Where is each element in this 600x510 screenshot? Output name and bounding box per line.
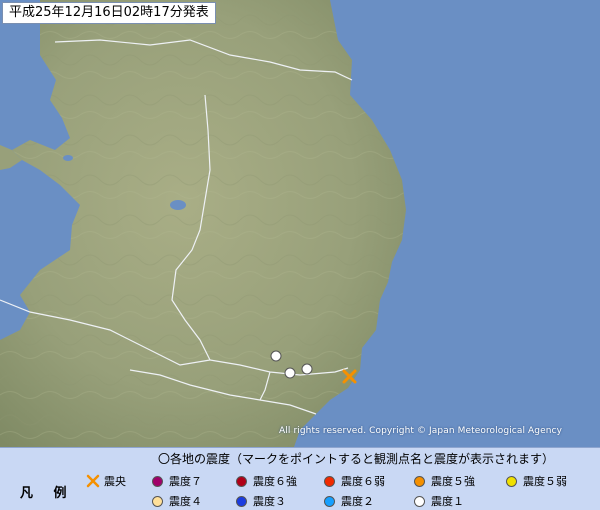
intensity-dot-icon xyxy=(152,475,163,487)
legend-description: 〇各地の震度（マークをポイントすると観測点名と震度が表示されます） xyxy=(158,452,555,466)
legend-panel: 〇各地の震度（マークをポイントすると観測点名と震度が表示されます） 凡 例 震央… xyxy=(0,447,600,510)
intensity-dot-icon xyxy=(152,495,163,507)
legend-label: 震度７ xyxy=(169,475,202,488)
legend-item-intensity-1: 震度１ xyxy=(414,493,464,509)
lake xyxy=(170,200,186,210)
intensity-dot-icon xyxy=(236,475,247,487)
legend-item-intensity-7: 震度７ xyxy=(152,473,202,489)
legend-heading: 凡 例 xyxy=(20,486,75,501)
legend-item-intensity-6-lower: 震度６弱 xyxy=(324,473,385,489)
station-marker[interactable] xyxy=(270,350,282,362)
legend-label: 震度１ xyxy=(431,495,464,508)
legend-label: 震央 xyxy=(104,475,126,488)
legend-label: 震度６強 xyxy=(253,475,297,488)
intensity-dot-icon xyxy=(414,475,425,487)
lake xyxy=(63,155,73,161)
copyright-notice: All rights reserved. Copyright © Japan M… xyxy=(279,426,562,436)
seismic-intensity-map xyxy=(0,0,600,447)
legend-label: 震度６弱 xyxy=(341,475,385,488)
legend-item-intensity-5-upper: 震度５強 xyxy=(414,473,475,489)
station-marker[interactable] xyxy=(284,367,296,379)
intensity-dot-icon xyxy=(506,475,517,487)
legend-item-intensity-2: 震度２ xyxy=(324,493,374,509)
legend-label: 震度５弱 xyxy=(523,475,567,488)
issued-timestamp: 平成25年12月16日02時17分発表 xyxy=(2,2,216,24)
legend-item-intensity-4: 震度４ xyxy=(152,493,202,509)
map-viewer: 平成25年12月16日02時17分発表 All rights reserved.… xyxy=(0,0,600,510)
legend-label: 震度３ xyxy=(253,495,286,508)
intensity-dot-icon xyxy=(324,475,335,487)
intensity-dot-icon xyxy=(324,495,335,507)
legend-item-intensity-3: 震度３ xyxy=(236,493,286,509)
legend-item-epicenter: 震央 xyxy=(86,473,126,489)
intensity-dot-icon xyxy=(236,495,247,507)
intensity-dot-icon xyxy=(414,495,425,507)
legend-item-intensity-5-lower: 震度５弱 xyxy=(506,473,567,489)
legend-label: 震度５強 xyxy=(431,475,475,488)
station-marker[interactable] xyxy=(301,363,313,375)
epicenter-icon xyxy=(86,474,100,488)
legend-item-intensity-6-upper: 震度６強 xyxy=(236,473,297,489)
legend-label: 震度４ xyxy=(169,495,202,508)
legend-label: 震度２ xyxy=(341,495,374,508)
